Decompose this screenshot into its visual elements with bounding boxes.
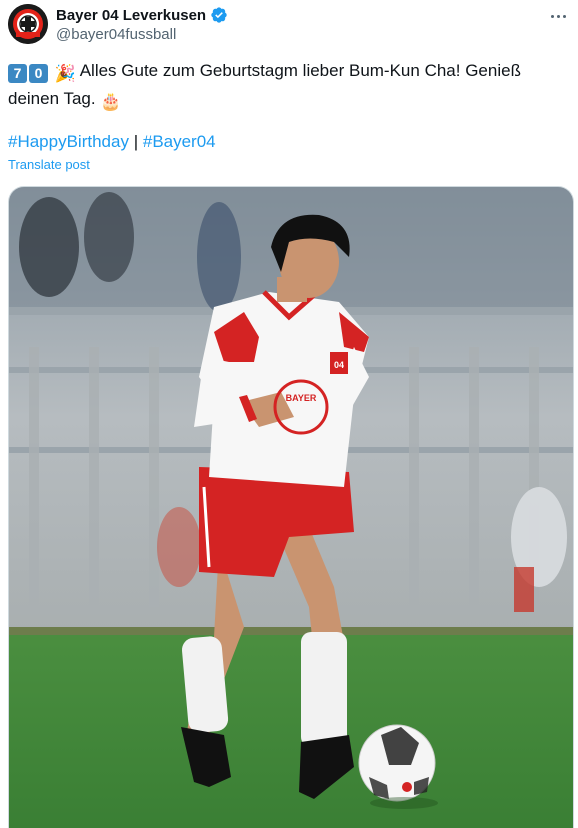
- post-text: 70 🎉 Alles Gute zum Geburtstagm lieber B…: [8, 58, 570, 114]
- party-popper-emoji: 🎉: [54, 64, 76, 83]
- more-dot-icon: [562, 14, 566, 18]
- footballer-photo-image: BAYER 04: [9, 187, 573, 828]
- translate-post-link[interactable]: Translate post: [8, 157, 90, 172]
- birthday-cake-emoji: 🎂: [100, 92, 122, 111]
- jersey-badge-text: 04: [334, 360, 344, 370]
- bayer04-crest-icon: [8, 4, 48, 44]
- hashtag-link[interactable]: #Bayer04: [143, 132, 216, 151]
- more-dot-icon: [556, 14, 560, 18]
- more-options-button[interactable]: [546, 6, 570, 26]
- verified-badge-icon: [211, 7, 227, 23]
- post-hashtags: #HappyBirthday | #Bayer04: [8, 130, 216, 154]
- keycap-seven-emoji: 7: [8, 64, 27, 83]
- post-header: Bayer 04 Leverkusen @bayer04fussball: [8, 4, 570, 46]
- more-dot-icon: [550, 14, 554, 18]
- hashtag-link[interactable]: #HappyBirthday: [8, 132, 129, 151]
- post-photo[interactable]: BAYER 04: [8, 186, 574, 828]
- post-message: Alles Gute zum Geburtstagm lieber Bum-Ku…: [8, 61, 521, 108]
- author-avatar[interactable]: [8, 4, 48, 44]
- jersey-sponsor-text: BAYER: [286, 393, 317, 403]
- keycap-zero-emoji: 0: [29, 64, 48, 83]
- author-handle[interactable]: @bayer04fussball: [56, 26, 176, 43]
- author-display-name[interactable]: Bayer 04 Leverkusen: [56, 7, 206, 24]
- hashtag-separator: |: [133, 132, 139, 151]
